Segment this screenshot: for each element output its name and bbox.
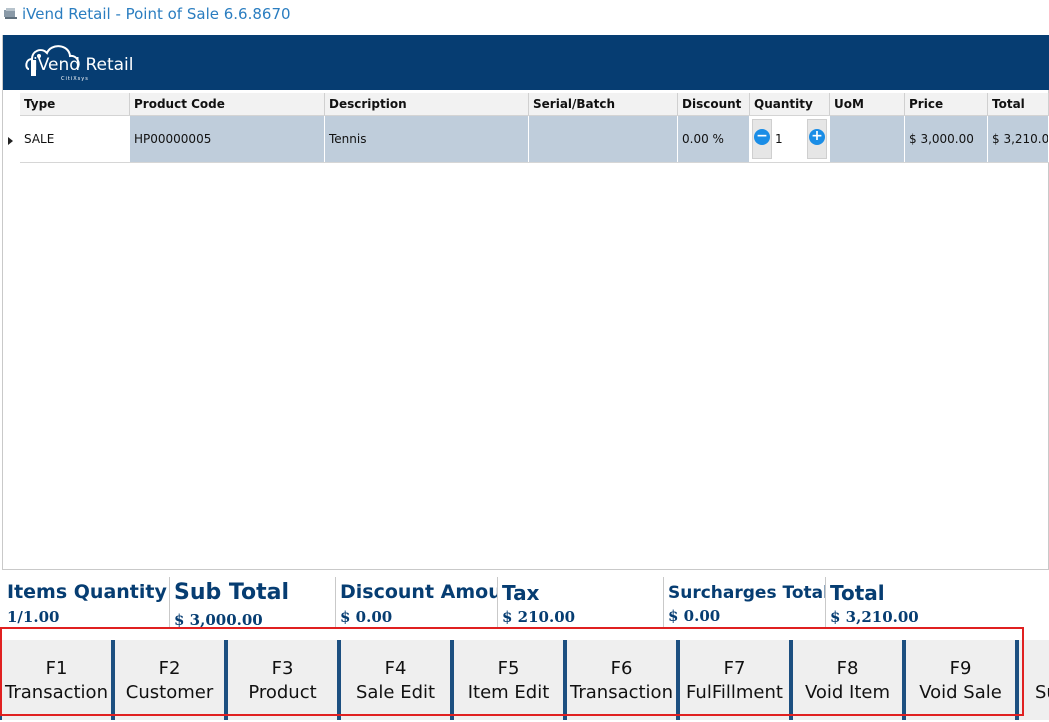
- cell-quantity: − 1 +: [750, 116, 830, 162]
- f8-action-label: Void Item: [804, 682, 891, 703]
- column-header-serial-batch[interactable]: Serial/Batch: [529, 93, 678, 115]
- cell-price[interactable]: $ 3,000.00: [905, 116, 988, 162]
- f9-void-sale-button[interactable]: F9 Void Sale: [904, 640, 1017, 720]
- items-quantity-label: Items Quantity: [7, 581, 167, 603]
- column-header-total[interactable]: Total: [988, 93, 1049, 115]
- title-bar: iVend Retail - Point of Sale 6.6.8670: [0, 0, 1049, 30]
- f6-transaction-button[interactable]: F6 Transaction: [565, 640, 678, 720]
- total-value: $ 3,210.00: [830, 608, 919, 626]
- totals-surcharges: Surcharges Total $ 0.00: [664, 577, 826, 627]
- cell-description[interactable]: Tennis: [325, 116, 529, 162]
- f9-key-label: F9: [949, 658, 972, 679]
- total-label: Total: [830, 581, 885, 605]
- f6-key-label: F6: [610, 658, 633, 679]
- sub-total-label: Sub Total: [174, 580, 290, 605]
- function-key-bar: F1 Transaction F2 Customer F3 Product F4…: [0, 640, 1049, 722]
- sub-total-value: $ 3,000.00: [174, 611, 263, 627]
- f10-action-label: Su: [1035, 682, 1049, 703]
- cell-uom[interactable]: [830, 116, 905, 162]
- cell-type[interactable]: SALE: [20, 116, 130, 162]
- totals-discount-amount: Discount Amount $ 0.00: [336, 577, 498, 627]
- f5-item-edit-button[interactable]: F5 Item Edit: [452, 640, 565, 720]
- column-header-description[interactable]: Description: [325, 93, 529, 115]
- items-quantity-value: 1/1.00: [7, 608, 60, 626]
- column-header-type[interactable]: Type: [20, 93, 130, 115]
- f5-action-label: Item Edit: [467, 682, 550, 703]
- cell-product-code[interactable]: HP00000005: [130, 116, 325, 162]
- surcharges-total-label: Surcharges Total: [668, 583, 826, 603]
- f8-key-label: F8: [836, 658, 859, 679]
- totals-items-quantity: Items Quantity 1/1.00: [3, 577, 170, 627]
- f3-key-label: F3: [271, 658, 294, 679]
- discount-amount-label: Discount Amount: [340, 581, 497, 603]
- tax-label: Tax: [502, 581, 540, 605]
- window-title: iVend Retail - Point of Sale 6.6.8670: [22, 5, 291, 23]
- f3-action-label: Product: [248, 682, 317, 703]
- table-row[interactable]: SALE HP00000005 Tennis 0.00 % − 1 + $ 3,…: [20, 116, 1049, 163]
- f2-customer-button[interactable]: F2 Customer: [113, 640, 226, 720]
- f1-action-label: Transaction: [5, 682, 108, 703]
- totals-tax: Tax $ 210.00: [498, 577, 664, 627]
- f3-product-button[interactable]: F3 Product: [226, 640, 339, 720]
- f1-key-label: F1: [45, 658, 68, 679]
- column-header-discount[interactable]: Discount: [678, 93, 750, 115]
- f9-action-label: Void Sale: [919, 682, 1002, 703]
- f4-key-label: F4: [384, 658, 407, 679]
- logo-subtext: CitiXsys: [61, 76, 89, 82]
- totals-bar: Items Quantity 1/1.00 Sub Total $ 3,000.…: [3, 577, 1049, 627]
- column-header-product-code[interactable]: Product Code: [130, 93, 325, 115]
- f10-button-partial[interactable]: Su: [1017, 640, 1049, 720]
- plus-icon[interactable]: +: [809, 129, 825, 145]
- surcharges-total-value: $ 0.00: [668, 607, 721, 625]
- totals-total: Total $ 3,210.00: [826, 577, 1049, 627]
- column-header-price[interactable]: Price: [905, 93, 988, 115]
- f2-key-label: F2: [158, 658, 181, 679]
- app-header: iVend Retail CitiXsys: [3, 35, 1049, 90]
- tax-value: $ 210.00: [502, 608, 576, 626]
- totals-sub-total: Sub Total $ 3,000.00: [170, 577, 336, 627]
- f7-fulfillment-button[interactable]: F7 FulFillment: [678, 640, 791, 720]
- quantity-value[interactable]: 1: [775, 116, 783, 162]
- column-header-quantity[interactable]: Quantity: [750, 93, 830, 115]
- cell-discount[interactable]: 0.00 %: [678, 116, 750, 162]
- cell-serial-batch[interactable]: [529, 116, 678, 162]
- f8-void-item-button[interactable]: F8 Void Item: [791, 640, 904, 720]
- f7-key-label: F7: [723, 658, 746, 679]
- cell-total[interactable]: $ 3,210.00: [988, 116, 1049, 162]
- app-icon: [4, 8, 17, 19]
- f4-sale-edit-button[interactable]: F4 Sale Edit: [339, 640, 452, 720]
- f4-action-label: Sale Edit: [355, 682, 436, 703]
- current-row-indicator-icon: [8, 137, 13, 145]
- column-header-uom[interactable]: UoM: [830, 93, 905, 115]
- f6-action-label: Transaction: [570, 682, 673, 703]
- minus-icon[interactable]: −: [754, 129, 770, 145]
- f2-action-label: Customer: [125, 682, 214, 703]
- discount-amount-value: $ 0.00: [340, 608, 393, 626]
- f5-key-label: F5: [497, 658, 520, 679]
- grid-header: Type Product Code Description Serial/Bat…: [20, 93, 1049, 116]
- logo-text: iVend Retail: [33, 55, 134, 75]
- f7-action-label: FulFillment: [686, 682, 783, 703]
- f1-transaction-button[interactable]: F1 Transaction: [0, 640, 113, 720]
